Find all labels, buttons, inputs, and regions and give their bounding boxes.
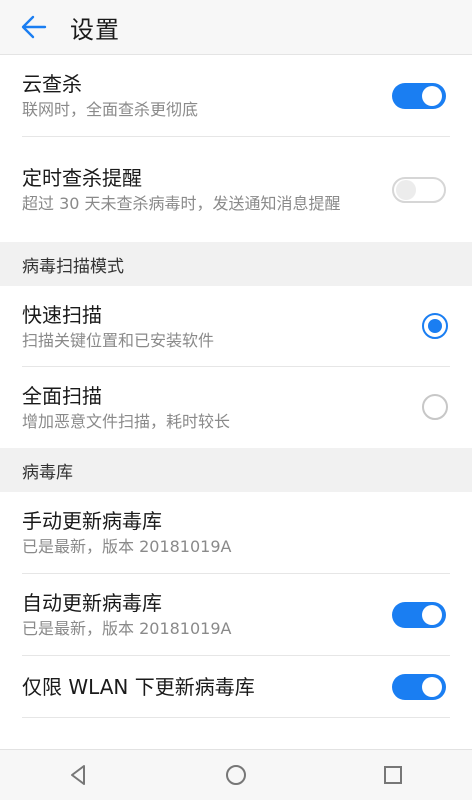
- setting-row-wlan-only[interactable]: 仅限 WLAN 下更新病毒库: [0, 656, 472, 718]
- toggle-knob: [422, 605, 442, 625]
- scheduled-reminder-toggle[interactable]: [392, 177, 446, 203]
- option-title: 快速扫描: [22, 302, 102, 327]
- page-title: 设置: [70, 15, 120, 44]
- settings-screen: 设置 云查杀 联网时，全面查杀更彻底 定时查杀提醒 超过 30 天未查杀病毒时，…: [0, 0, 472, 800]
- nav-back-triangle-icon: [70, 765, 85, 785]
- section-header-virus-db: 病毒库: [0, 448, 472, 492]
- setting-subtitle: 已是最新，版本 20181019A: [22, 619, 232, 638]
- setting-row-cloud-scan[interactable]: 云查杀 联网时，全面查杀更彻底: [0, 55, 472, 137]
- wlan-only-toggle[interactable]: [392, 674, 446, 700]
- back-button[interactable]: [6, 0, 62, 54]
- nav-home-button[interactable]: [206, 750, 266, 800]
- setting-title: 仅限 WLAN 下更新病毒库: [22, 675, 255, 699]
- toggle-knob: [422, 677, 442, 697]
- option-subtitle: 扫描关键位置和已安装软件: [22, 330, 215, 350]
- option-subtitle: 增加恶意文件扫描，耗时较长: [22, 411, 231, 431]
- toggle-knob: [422, 86, 442, 106]
- setting-row-auto-update[interactable]: 自动更新病毒库 已是最新，版本 20181019A: [0, 574, 472, 656]
- nav-recents-button[interactable]: [363, 750, 423, 800]
- cloud-scan-toggle[interactable]: [392, 83, 446, 109]
- system-nav-bar: [0, 749, 472, 800]
- setting-subtitle: 已是最新，版本 20181019A: [22, 537, 232, 556]
- auto-update-toggle[interactable]: [392, 602, 446, 628]
- setting-title: 云查杀: [22, 72, 82, 96]
- setting-subtitle: 联网时，全面查杀更彻底: [22, 100, 199, 119]
- scan-mode-option-quick[interactable]: 快速扫描 扫描关键位置和已安装软件: [0, 286, 472, 367]
- setting-title: 定时查杀提醒: [22, 165, 142, 190]
- full-scan-radio[interactable]: [422, 394, 448, 420]
- app-bar: 设置: [0, 0, 472, 55]
- nav-back-button[interactable]: [49, 750, 109, 800]
- section-header-scan-mode: 病毒扫描模式: [0, 242, 472, 286]
- setting-row-manual-update[interactable]: 手动更新病毒库 已是最新，版本 20181019A: [0, 492, 472, 574]
- settings-list: 云查杀 联网时，全面查杀更彻底 定时查杀提醒 超过 30 天未查杀病毒时，发送通…: [0, 55, 472, 718]
- quick-scan-radio[interactable]: [422, 313, 448, 339]
- back-arrow-icon: [21, 15, 47, 39]
- setting-subtitle: 超过 30 天未查杀病毒时，发送通知消息提醒: [22, 193, 341, 213]
- nav-recents-square-icon: [384, 766, 403, 784]
- setting-title: 自动更新病毒库: [22, 591, 162, 615]
- setting-title: 手动更新病毒库: [22, 509, 162, 533]
- scan-mode-option-full[interactable]: 全面扫描 增加恶意文件扫描，耗时较长: [0, 367, 472, 448]
- toggle-knob: [396, 180, 416, 200]
- nav-home-circle-icon: [225, 765, 246, 785]
- setting-row-scheduled-reminder[interactable]: 定时查杀提醒 超过 30 天未查杀病毒时，发送通知消息提醒: [0, 137, 472, 242]
- option-title: 全面扫描: [22, 383, 102, 408]
